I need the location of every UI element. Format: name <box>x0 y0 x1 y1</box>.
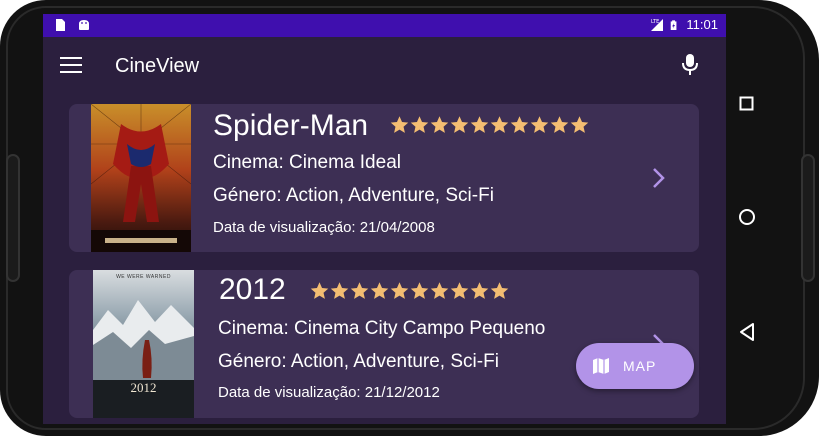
map-icon <box>593 358 609 374</box>
star-icon <box>350 282 369 299</box>
battery-charging-icon <box>671 20 677 30</box>
phone-device-frame: LTE 11:01 CineView Spider-Man Cinema: Ci… <box>0 0 819 436</box>
star-icon <box>530 116 549 133</box>
sim-card-icon <box>56 19 65 31</box>
movie-cinema: Cinema: Cinema Ideal <box>213 152 401 173</box>
star-icon <box>490 116 509 133</box>
2012-poster-image: WE WERE WARNED 2012 <box>93 270 194 418</box>
star-icon <box>310 282 329 299</box>
svg-text:LTE: LTE <box>651 19 659 25</box>
spider-man-poster-image <box>91 104 191 252</box>
microphone-icon[interactable] <box>680 53 700 77</box>
star-icon <box>430 282 449 299</box>
hamburger-menu-icon[interactable] <box>60 57 82 73</box>
star-icon <box>390 282 409 299</box>
star-icon <box>450 116 469 133</box>
android-icon <box>79 20 89 30</box>
star-icon <box>330 282 349 299</box>
map-fab-label: MAP <box>623 358 657 374</box>
rating-stars <box>309 280 509 302</box>
star-icon <box>510 116 529 133</box>
left-side-button <box>6 154 20 282</box>
star-icon <box>570 116 589 133</box>
movie-date: Data de visualização: 21/04/2008 <box>213 219 435 236</box>
movie-genre: Género: Action, Adventure, Sci-Fi <box>213 185 494 206</box>
movie-title: 2012 <box>219 273 286 306</box>
star-icon <box>470 282 489 299</box>
status-bar: LTE 11:01 <box>43 14 726 37</box>
movie-title: Spider-Man <box>213 109 369 142</box>
app-bar: CineView <box>43 37 726 93</box>
movie-cinema: Cinema: Cinema City Campo Pequeno <box>218 318 546 339</box>
map-fab-button[interactable]: MAP <box>576 343 694 389</box>
app-title: CineView <box>115 55 200 77</box>
star-icon <box>430 116 449 133</box>
star-icon <box>390 116 409 133</box>
star-icon <box>370 282 389 299</box>
star-icon <box>470 116 489 133</box>
poster-title: 2012 <box>131 380 157 395</box>
star-icon <box>410 116 429 133</box>
app-screen: LTE 11:01 CineView Spider-Man Cinema: Ci… <box>43 14 726 424</box>
rating-stars <box>389 114 589 136</box>
star-icon <box>490 282 509 299</box>
lte-signal-icon: LTE <box>651 19 664 31</box>
star-icon <box>550 116 569 133</box>
chevron-right-icon[interactable] <box>651 167 667 189</box>
right-side-button <box>801 154 815 282</box>
movie-date: Data de visualização: 21/12/2012 <box>218 384 440 401</box>
home-circle-icon[interactable] <box>738 208 756 226</box>
poster-tagline: WE WERE WARNED <box>116 274 171 280</box>
recents-square-icon[interactable] <box>739 96 754 111</box>
movie-card-spider-man[interactable]: Spider-Man Cinema: Cinema Ideal Género: … <box>69 104 699 252</box>
clock-time: 11:01 <box>686 17 718 32</box>
back-triangle-icon[interactable] <box>738 322 756 342</box>
star-icon <box>410 282 429 299</box>
star-icon <box>450 282 469 299</box>
movie-genre: Género: Action, Adventure, Sci-Fi <box>218 351 499 372</box>
